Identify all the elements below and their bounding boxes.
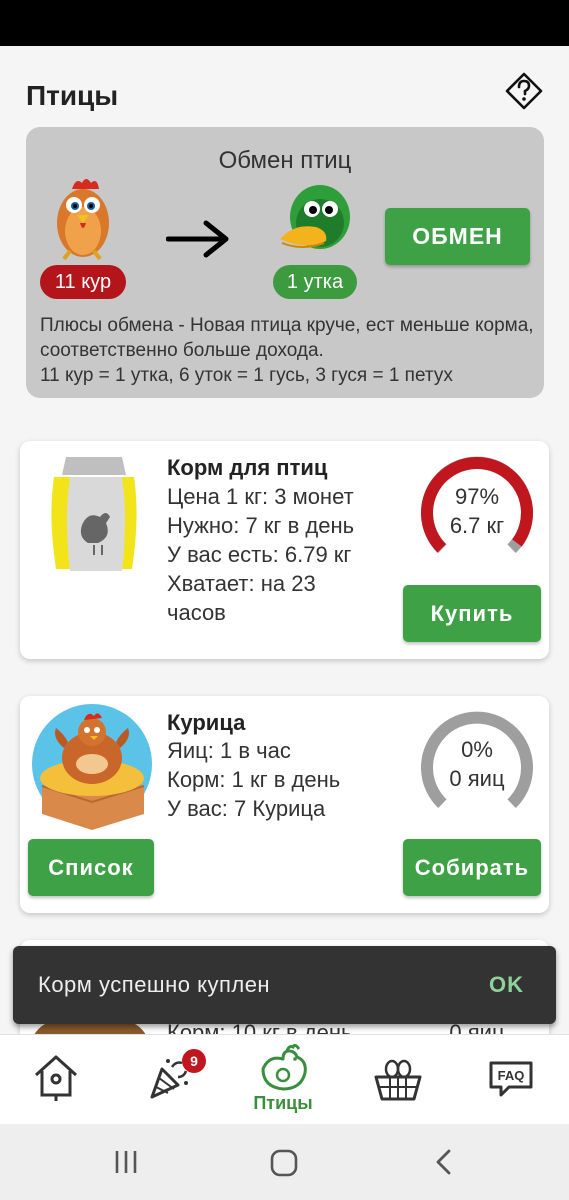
recent-apps-icon[interactable] <box>112 1148 140 1176</box>
back-icon[interactable] <box>432 1148 456 1176</box>
nav-label-birds[interactable]: Птицы <box>233 1093 333 1114</box>
chicken-title: Курица <box>167 710 246 735</box>
eggs-gauge-amount: 0 яиц <box>449 766 505 791</box>
feed-lasts: Хватает: на 23 <box>167 571 316 596</box>
exchange-benefits: Плюсы обмена - Новая птица круче, ест ме… <box>40 315 534 361</box>
egg-basket-icon[interactable] <box>368 1047 428 1107</box>
exchange-title: Обмен птиц <box>218 147 352 174</box>
feed-title: Корм для птиц <box>167 455 328 480</box>
hen-icon[interactable] <box>253 1039 313 1099</box>
feed-card: Корм для птиц Цена 1 кг: 3 монет Нужно: … <box>20 441 549 659</box>
birdhouse-icon[interactable] <box>26 1047 86 1107</box>
chicken-nest-image <box>32 704 152 830</box>
question-icon[interactable] <box>505 72 543 110</box>
snackbar-message: Корм успешно куплен <box>38 972 271 997</box>
chicken-eggs: Яиц: 1 в час <box>167 738 291 763</box>
from-bird-badge: 11 кур <box>40 265 126 299</box>
faq-icon[interactable]: FAQ <box>481 1047 541 1107</box>
to-bird-badge: 1 утка <box>273 265 357 299</box>
snackbar-ok-button[interactable]: OK <box>489 972 524 998</box>
collect-button[interactable]: Собирать <box>403 839 541 896</box>
system-navigation-bar <box>0 1124 569 1200</box>
eggs-gauge <box>421 711 533 809</box>
buy-feed-button[interactable]: Купить <box>403 585 541 642</box>
chicken-image <box>57 179 109 261</box>
exchange-description: Плюсы обмена - Новая птица круче, ест ме… <box>40 313 536 388</box>
exchange-rates: 11 кур = 1 утка, 6 уток = 1 гусь, 3 гуся… <box>40 365 453 386</box>
exchange-button[interactable]: ОБМЕН <box>385 208 530 265</box>
feed-gauge-amount: 6.7 кг <box>449 513 505 538</box>
list-button[interactable]: Список <box>28 839 154 896</box>
eggs-gauge-percent: 0% <box>461 737 493 762</box>
bottom-navigation: 9 Птицы FAQ <box>0 1034 569 1124</box>
home-icon[interactable] <box>269 1148 299 1178</box>
app-header: Птицы <box>0 46 569 126</box>
snackbar: Корм успешно куплен OK <box>13 946 556 1024</box>
faq-label: FAQ <box>498 1068 525 1083</box>
feed-price: Цена 1 кг: 3 монет <box>167 484 354 509</box>
status-bar <box>0 0 569 46</box>
page-title: Птицы <box>26 80 119 111</box>
feed-lasts-unit: часов <box>167 600 226 625</box>
feed-bag-image <box>51 457 137 571</box>
feed-needed: Нужно: 7 кг в день <box>167 513 355 538</box>
feed-gauge-percent: 97% <box>454 484 500 509</box>
duck-image <box>280 185 350 249</box>
chicken-feed: Корм: 1 кг в день <box>167 767 341 792</box>
chicken-card: Курица Яиц: 1 в час Корм: 1 кг в день У … <box>20 696 549 913</box>
feed-have: У вас есть: 6.79 кг <box>167 542 352 567</box>
arrow-right-icon <box>166 220 229 258</box>
bird-exchange-card: Обмен птиц 11 кур 1 утка ОБМЕН Плюсы обм… <box>26 127 544 398</box>
notification-badge: 9 <box>182 1049 206 1073</box>
chicken-owned: У вас: 7 Курица <box>167 796 326 821</box>
